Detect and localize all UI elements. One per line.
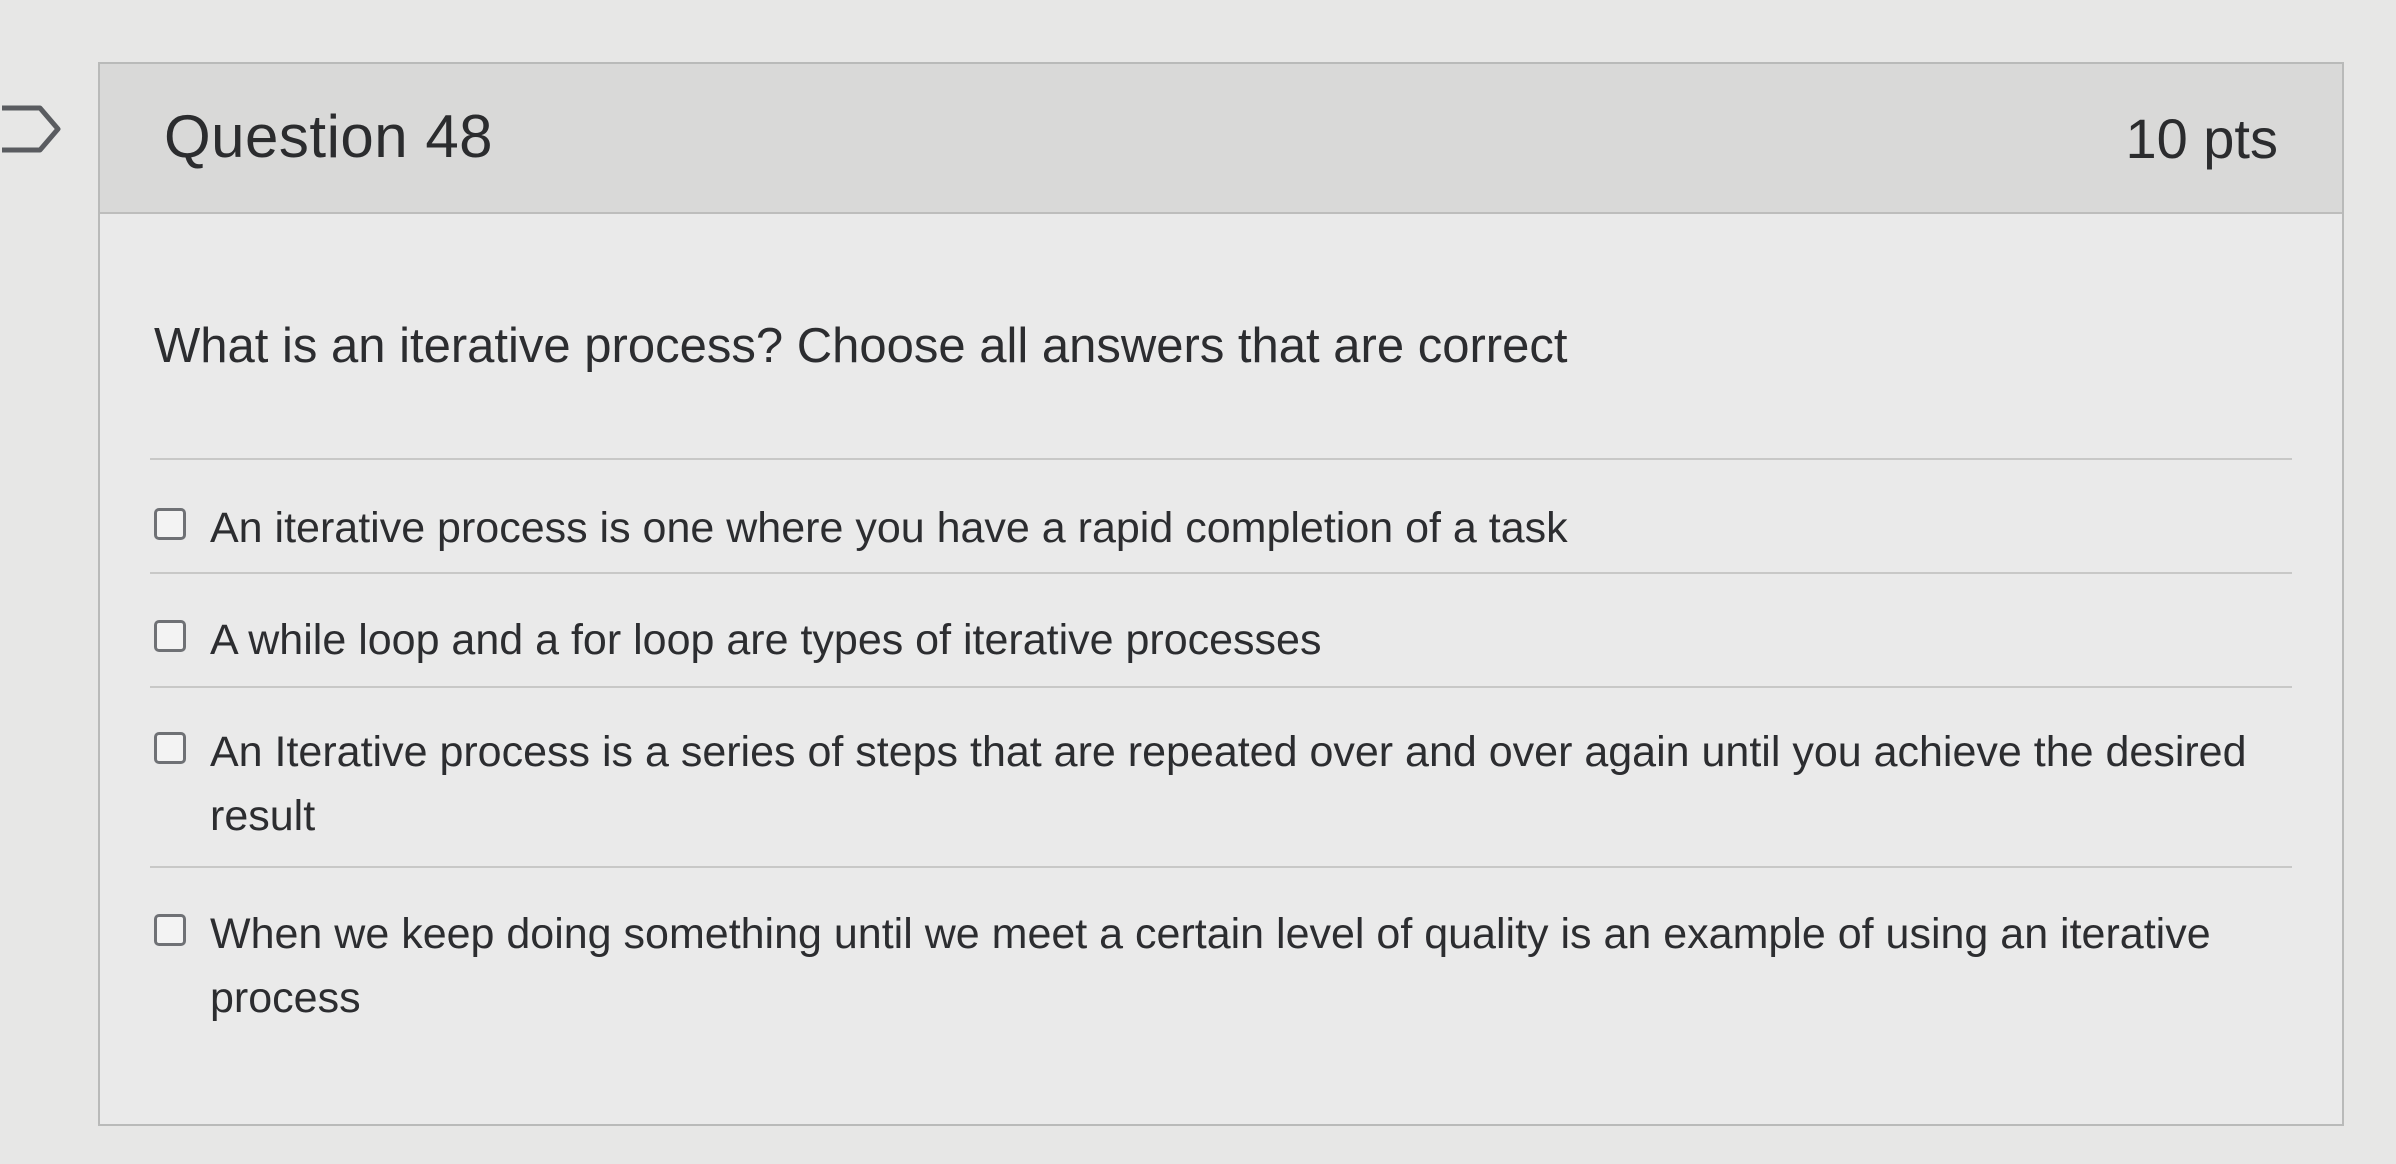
answer-option-2[interactable]: A while loop and a for loop are types of…: [154, 608, 2262, 672]
question-points: 10 pts: [2125, 107, 2278, 170]
divider: [150, 572, 2292, 574]
answer-label-2[interactable]: A while loop and a for loop are types of…: [210, 608, 1321, 672]
divider: [150, 458, 2292, 460]
answer-label-1[interactable]: An iterative process is one where you ha…: [210, 496, 1568, 560]
answer-option-3[interactable]: An Iterative process is a series of step…: [154, 720, 2262, 848]
answer-checkbox-4[interactable]: [154, 914, 186, 946]
answer-checkbox-1[interactable]: [154, 508, 186, 540]
answer-option-4[interactable]: When we keep doing something until we me…: [154, 902, 2262, 1030]
question-text: What is an iterative process? Choose all…: [154, 319, 1568, 373]
question-header: Question 48 10 pts: [100, 64, 2342, 214]
answer-label-3[interactable]: An Iterative process is a series of step…: [210, 720, 2262, 848]
answer-option-1[interactable]: An iterative process is one where you ha…: [154, 496, 2262, 560]
answer-checkbox-2[interactable]: [154, 620, 186, 652]
question-card: Question 48 10 pts What is an iterative …: [98, 62, 2344, 1126]
answer-label-4[interactable]: When we keep doing something until we me…: [210, 902, 2262, 1030]
question-title: Question 48: [164, 103, 494, 170]
divider: [150, 866, 2292, 868]
divider: [150, 686, 2292, 688]
answer-checkbox-3[interactable]: [154, 732, 186, 764]
flag-question-icon[interactable]: [0, 104, 64, 154]
